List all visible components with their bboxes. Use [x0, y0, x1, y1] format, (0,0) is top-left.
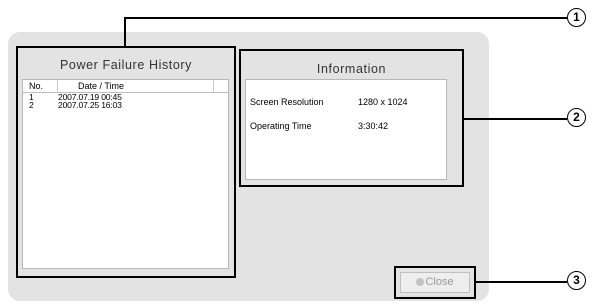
column-header-no[interactable]: No.: [29, 81, 43, 91]
screen-resolution-value: 1280 x 1024: [358, 97, 408, 107]
column-divider: [213, 80, 214, 92]
information-group: Information Screen Resolution 1280 x 102…: [239, 49, 464, 187]
operating-time-value: 3:30:42: [358, 121, 389, 131]
column-divider: [57, 80, 58, 92]
power-failure-history-title: Power Failure History: [59, 58, 193, 72]
callout-2-leader: [464, 118, 567, 120]
callout-2-badge: 2: [567, 108, 586, 127]
screen-resolution-label: Screen Resolution: [250, 97, 324, 107]
row-datetime: 2007.07.25 16:03: [58, 100, 122, 110]
information-title: Information: [316, 62, 387, 76]
callout-1-leader-vertical: [124, 17, 126, 47]
close-button-label: Close: [425, 276, 454, 288]
power-failure-history-group: Power Failure History No. Date / Time 1 …: [16, 46, 236, 278]
callout-3-badge: 3: [567, 271, 586, 290]
callout-1-leader-horizontal: [124, 17, 567, 19]
callout-3-leader: [476, 281, 567, 283]
power-failure-history-list[interactable]: No. Date / Time 1 2007.07.19 00:45 2 200…: [22, 79, 229, 269]
row-number: 2: [29, 100, 34, 110]
information-box: Screen Resolution 1280 x 1024 Operating …: [245, 79, 447, 180]
close-button[interactable]: Close: [400, 272, 470, 293]
close-dot-icon: [416, 278, 425, 286]
operating-time-label: Operating Time: [250, 121, 312, 131]
list-header: No. Date / Time: [23, 80, 228, 93]
list-item[interactable]: 2 2007.07.25 16:03: [23, 100, 228, 110]
column-header-date-time[interactable]: Date / Time: [78, 81, 124, 91]
close-button-group: Close: [394, 266, 476, 299]
list-item[interactable]: 1 2007.07.19 00:45: [23, 93, 228, 102]
callout-1-badge: 1: [567, 8, 586, 27]
